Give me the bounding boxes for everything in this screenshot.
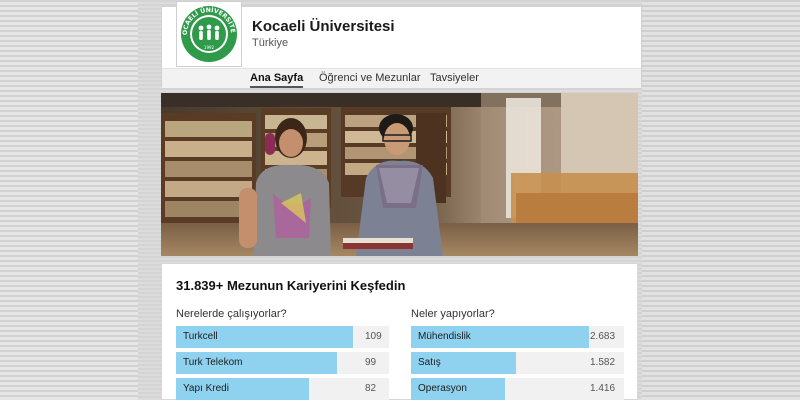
cover-photo [161, 93, 638, 256]
svg-text:1992: 1992 [204, 45, 215, 50]
function-label: Mühendislik [418, 331, 471, 342]
company-label: Turkcell [183, 331, 218, 342]
function-row[interactable]: Satış 1.582 [411, 352, 624, 374]
background-left-stripe [0, 0, 138, 400]
function-count: 2.683 [590, 331, 616, 342]
profile-tabs: Ana Sayfa Öğrenci ve Mezunlar Tavsiyeler [162, 68, 641, 88]
organization-country: Türkiye [252, 37, 289, 49]
company-label: Turk Telekom [183, 357, 243, 368]
career-explorer-card: 31.839+ Mezunun Kariyerini Keşfedin Nere… [161, 263, 638, 400]
function-label: Satış [418, 357, 441, 368]
company-row[interactable]: Turkcell 109 [176, 326, 389, 348]
tab-tavsiyeler[interactable]: Tavsiyeler [430, 72, 479, 84]
library-students-photo [161, 93, 638, 256]
function-row[interactable]: Mühendislik 2.683 [411, 326, 624, 348]
section-title: 31.839+ Mezunun Kariyerini Keşfedin [176, 278, 406, 293]
profile-header: KOCAELİ ÜNİVERSİTESİ 1992 Kocaeli Üniver… [161, 1, 642, 88]
university-logo: KOCAELİ ÜNİVERSİTESİ 1992 [176, 1, 242, 67]
tab-ana-sayfa[interactable]: Ana Sayfa [250, 72, 304, 88]
company-count: 109 [365, 331, 382, 342]
function-count: 1.416 [590, 383, 616, 394]
company-count: 82 [365, 383, 377, 394]
what-they-do-title: Neler yapıyorlar? [411, 308, 495, 320]
company-count: 99 [365, 357, 377, 368]
company-label: Yapı Kredi [183, 383, 229, 394]
tab-ogrenci-ve-mezunlar[interactable]: Öğrenci ve Mezunlar [319, 72, 421, 84]
where-they-work-title: Nerelerde çalışıyorlar? [176, 308, 287, 320]
background-right-stripe [642, 0, 800, 400]
company-row[interactable]: Yapı Kredi 82 [176, 378, 389, 400]
function-row[interactable]: Operasyon 1.416 [411, 378, 624, 400]
organization-name: Kocaeli Üniversitesi [252, 18, 395, 35]
function-count: 1.582 [590, 357, 616, 368]
function-label: Operasyon [418, 383, 467, 394]
university-seal-icon: KOCAELİ ÜNİVERSİTESİ 1992 [179, 4, 237, 62]
company-row[interactable]: Turk Telekom 99 [176, 352, 389, 374]
